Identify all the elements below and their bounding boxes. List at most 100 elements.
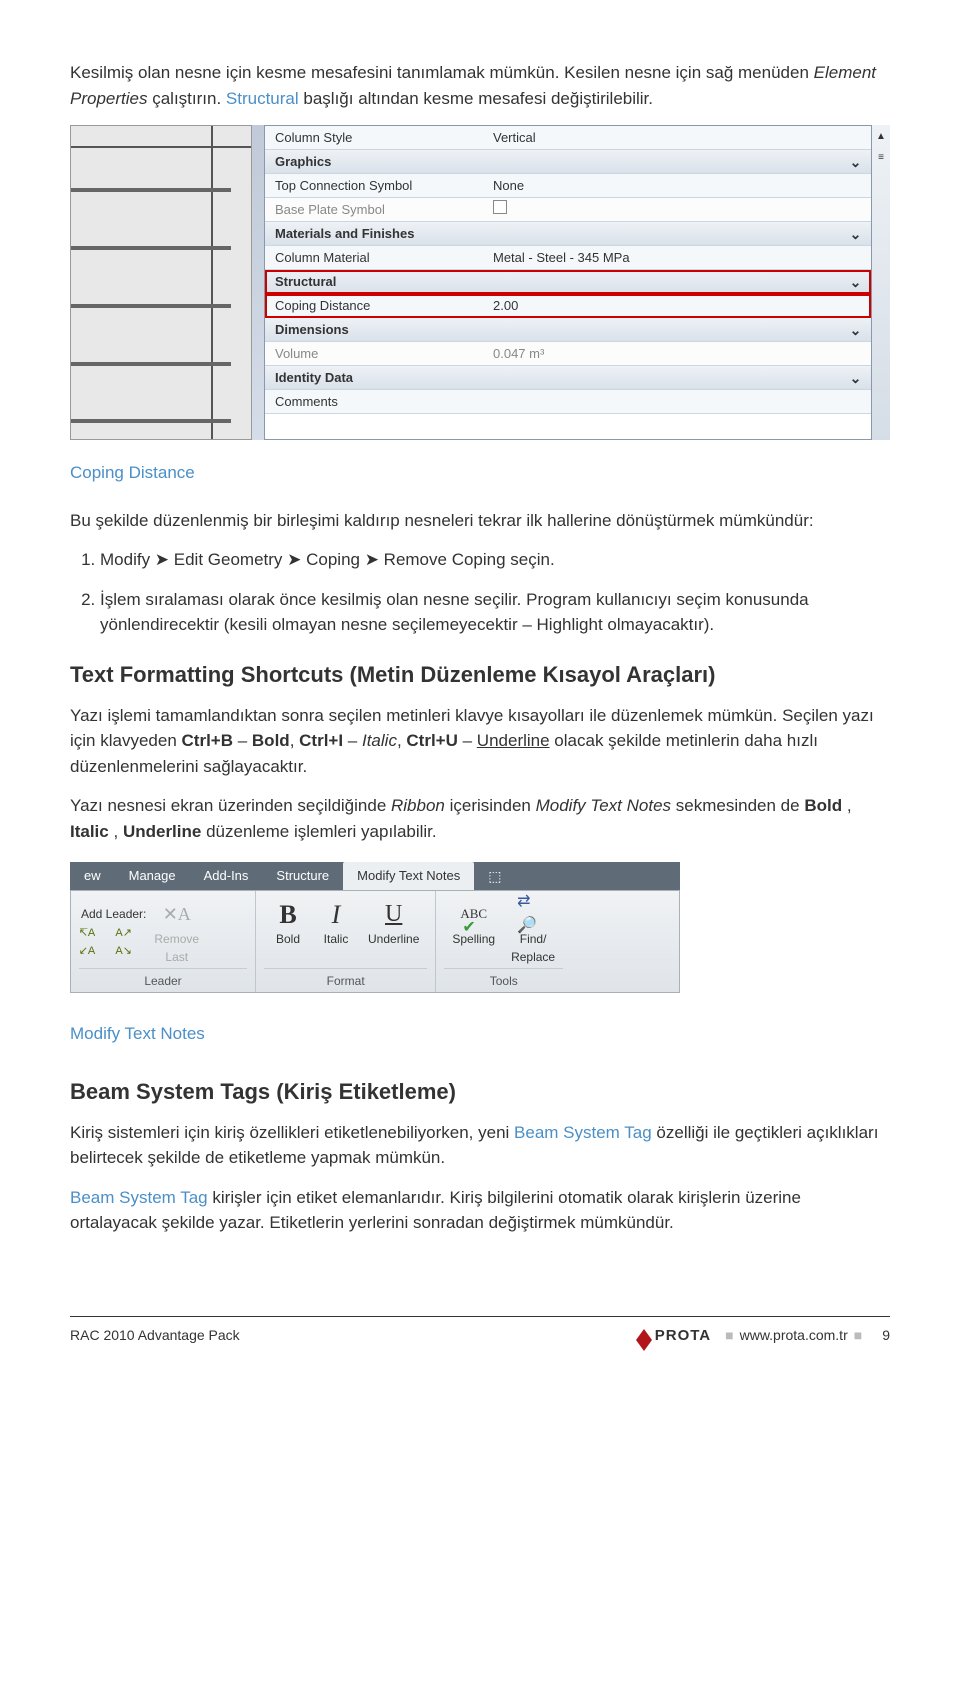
- step-1: Modify ➤ Edit Geometry ➤ Coping ➤ Remove…: [100, 547, 890, 573]
- viewport-3d: [70, 125, 252, 440]
- dot-separator: ■: [725, 1325, 733, 1346]
- property-value[interactable]: 2.00: [485, 296, 871, 316]
- intro-text-b: çalıştırın.: [152, 89, 226, 108]
- property-header-label: Identity Data: [265, 368, 485, 388]
- property-key: Top Connection Symbol: [265, 176, 485, 196]
- key-ctrl-b: Ctrl+B: [182, 731, 233, 750]
- step-2: İşlem sıralaması olarak önce kesilmiş ol…: [100, 587, 890, 638]
- intro-text-a: Kesilmiş olan nesne için kesme mesafesin…: [70, 63, 814, 82]
- tab-ew[interactable]: ew: [70, 862, 115, 890]
- property-key: Column Material: [265, 248, 485, 268]
- find-replace-icon: ⇄🔎: [517, 898, 549, 930]
- steps-list: Modify ➤ Edit Geometry ➤ Coping ➤ Remove…: [100, 547, 890, 638]
- property-key: Comments: [265, 392, 485, 412]
- expander-icon[interactable]: ⌄: [848, 226, 863, 241]
- prota-logo-icon: [636, 1321, 652, 1340]
- remove-last-icon: ✕A: [161, 898, 193, 930]
- section-heading-beam: Beam System Tags (Kiriş Etiketleme): [70, 1075, 890, 1108]
- scrollbar[interactable]: ▲ ≡: [872, 125, 890, 440]
- property-row[interactable]: Graphics ⌄: [265, 150, 871, 174]
- property-key: Base Plate Symbol: [265, 200, 485, 220]
- expander-icon[interactable]: ⌄: [848, 274, 863, 289]
- footer-left: RAC 2010 Advantage Pack: [70, 1325, 636, 1346]
- expander-icon[interactable]: ⌄: [848, 154, 863, 169]
- intro-text-c: başlığı altından kesme mesafesi değiştir…: [303, 89, 653, 108]
- property-value[interactable]: 0.047 m³: [485, 344, 871, 364]
- group-label-format: Format: [264, 968, 427, 990]
- ribbon-tabs: ew Manage Add-Ins Structure Modify Text …: [70, 862, 680, 890]
- scroll-thumb[interactable]: ≡: [878, 150, 884, 165]
- property-key: Coping Distance: [265, 296, 485, 316]
- underline-icon: U: [378, 898, 410, 930]
- page-footer: RAC 2010 Advantage Pack PROTA ■ www.prot…: [70, 1316, 890, 1348]
- property-row[interactable]: Volume0.047 m³: [265, 342, 871, 366]
- property-row[interactable]: Identity Data ⌄: [265, 366, 871, 390]
- intro-paragraph: Kesilmiş olan nesne için kesme mesafesin…: [70, 60, 890, 111]
- property-key: Column Style: [265, 128, 485, 148]
- ribbon-screenshot: ew Manage Add-Ins Structure Modify Text …: [70, 862, 680, 993]
- leader-bottom-left-icon[interactable]: ↙A: [79, 943, 95, 959]
- beam-para-1: Kiriş sistemleri için kiriş özellikleri …: [70, 1120, 890, 1171]
- checkbox[interactable]: [493, 200, 507, 214]
- property-header-label: Dimensions: [265, 320, 485, 340]
- ribbon-group-leader: Add Leader: ↸A A↗ ↙A A↘ ✕A Remove Last L…: [71, 891, 256, 992]
- leader-top-left-icon[interactable]: ↸A: [79, 925, 95, 941]
- property-header-label: Materials and Finishes: [265, 224, 485, 244]
- property-row[interactable]: Column StyleVertical: [265, 126, 871, 150]
- property-value[interactable]: Metal - Steel - 345 MPa: [485, 248, 871, 268]
- tab-addins[interactable]: Add-Ins: [190, 862, 263, 890]
- dot-separator-2: ■: [854, 1325, 862, 1346]
- leader-bottom-right-icon[interactable]: A↘: [116, 943, 132, 959]
- mid-text: Bu şekilde düzenlenmiş bir birleşimi kal…: [70, 508, 890, 534]
- shortcuts-para-1: Yazı işlemi tamamlandıktan sonra seçilen…: [70, 703, 890, 780]
- key-ctrl-i: Ctrl+I: [299, 731, 343, 750]
- spelling-button[interactable]: ABC✔ Spelling: [444, 896, 503, 968]
- property-row[interactable]: Top Connection SymbolNone: [265, 174, 871, 198]
- ribbon-group-tools: ABC✔ Spelling ⇄🔎 Find/ Replace Tools: [436, 891, 571, 992]
- prota-logo-text: PROTA: [655, 1325, 711, 1348]
- property-header-label: Graphics: [265, 152, 485, 172]
- underline-button[interactable]: U Underline: [360, 896, 427, 968]
- property-row[interactable]: Dimensions ⌄: [265, 318, 871, 342]
- leader-top-right-icon[interactable]: A↗: [116, 925, 132, 941]
- property-row[interactable]: Coping Distance2.00: [265, 294, 871, 318]
- beam-term-2: Beam System Tag: [70, 1188, 208, 1207]
- expander-icon[interactable]: ⌄: [848, 322, 863, 337]
- group-label-tools: Tools: [444, 968, 563, 990]
- tab-manage[interactable]: Manage: [115, 862, 190, 890]
- expander-icon[interactable]: ⌄: [848, 370, 863, 385]
- italic-button[interactable]: I Italic: [312, 896, 360, 968]
- property-row[interactable]: Comments: [265, 390, 871, 414]
- remove-last-button[interactable]: ✕A Remove Last: [146, 896, 207, 968]
- property-value[interactable]: Vertical: [485, 128, 871, 148]
- section-heading-shortcuts: Text Formatting Shortcuts (Metin Düzenle…: [70, 658, 890, 691]
- properties-screenshot: Column StyleVerticalGraphics ⌄ Top Connect…: [70, 125, 890, 440]
- property-header-label: Structural: [265, 272, 485, 292]
- shortcuts-para-2: Yazı nesnesi ekran üzerinden seçildiğind…: [70, 793, 890, 844]
- property-row[interactable]: Base Plate Symbol: [265, 198, 871, 222]
- ribbon-body: Add Leader: ↸A A↗ ↙A A↘ ✕A Remove Last L…: [70, 890, 680, 993]
- page-number: 9: [882, 1325, 890, 1346]
- tab-modify-text-notes[interactable]: Modify Text Notes: [343, 862, 474, 890]
- find-replace-button[interactable]: ⇄🔎 Find/ Replace: [503, 896, 563, 968]
- italic-icon: I: [320, 898, 352, 930]
- ribbon-group-format: B Bold I Italic U Underline Format: [256, 891, 436, 992]
- fig-caption-2: Modify Text Notes: [70, 1021, 890, 1047]
- intro-term: Structural: [226, 89, 299, 108]
- footer-url: www.prota.com.tr: [740, 1325, 848, 1346]
- property-row[interactable]: Materials and Finishes ⌄: [265, 222, 871, 246]
- bold-button[interactable]: B Bold: [264, 896, 312, 968]
- property-row[interactable]: Structural ⌄: [265, 270, 871, 294]
- spelling-icon: ABC✔: [458, 898, 490, 930]
- tab-structure[interactable]: Structure: [262, 862, 343, 890]
- ribbon-expand-icon[interactable]: ⬚: [474, 862, 515, 890]
- property-value[interactable]: None: [485, 176, 871, 196]
- property-key: Volume: [265, 344, 485, 364]
- beam-term: Beam System Tag: [514, 1123, 652, 1142]
- property-row[interactable]: Column MaterialMetal - Steel - 345 MPa: [265, 246, 871, 270]
- group-label-leader: Leader: [79, 968, 247, 990]
- fig-caption: Coping Distance: [70, 460, 890, 486]
- property-value[interactable]: [485, 200, 871, 220]
- beam-para-2: Beam System Tag kirişler için etiket ele…: [70, 1185, 890, 1236]
- property-grid: Column StyleVerticalGraphics ⌄ Top Connect…: [264, 125, 872, 440]
